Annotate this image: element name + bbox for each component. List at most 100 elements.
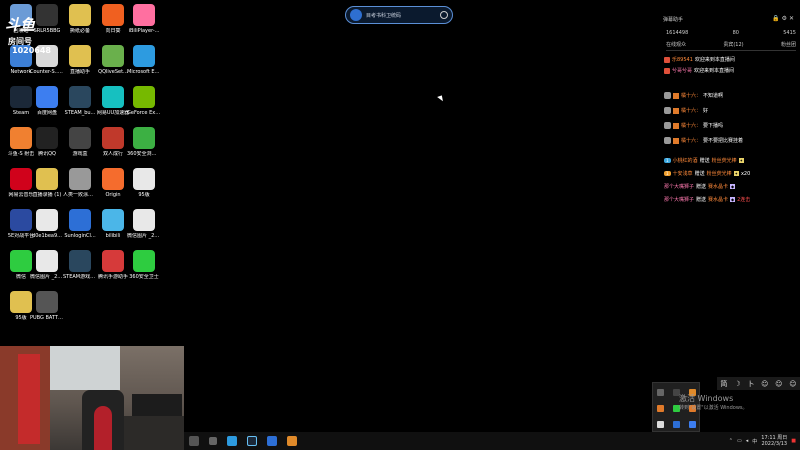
app-icon: [69, 250, 91, 272]
app-icon: [133, 4, 155, 26]
emoji-icon[interactable]: ☺: [775, 380, 782, 388]
desktop-icon-label: SunloginCl...: [64, 233, 96, 239]
desktop-icon[interactable]: 腾讯手游助手: [96, 250, 130, 280]
desktop-icon-label: 直播录播 (1): [32, 192, 62, 198]
tab-online[interactable]: 在线观众: [666, 41, 686, 48]
search-bar[interactable]: 目考书科卫统码: [345, 6, 453, 24]
desktop-icon-label: 撕纸必备: [69, 28, 90, 34]
fan-badge-icon: [673, 107, 679, 114]
desktop-icon-label: Microsoft Edge: [127, 69, 161, 75]
tray-app-icon[interactable]: [657, 389, 664, 396]
tray-app-icon[interactable]: [657, 421, 664, 428]
task-view-icon[interactable]: [189, 436, 199, 446]
tab-fans[interactable]: 粉丝团: [781, 41, 796, 48]
desktop-icon[interactable]: 微信图片 _2021091...: [30, 250, 64, 280]
notification-icon[interactable]: ■: [791, 438, 796, 444]
desktop-icon[interactable]: Origin: [96, 168, 130, 198]
chat-controls[interactable]: 🔒 ⚙ ✕: [772, 15, 794, 22]
app-icon: [36, 250, 58, 272]
desktop-icon[interactable]: GeForce Experience: [127, 86, 161, 116]
desktop-icon-label: 360安全卫士: [129, 274, 159, 280]
crystal-card-icon: ◆: [730, 184, 736, 189]
ime-icon[interactable]: 中: [752, 438, 757, 445]
app-icon: [133, 45, 155, 67]
desktop-icon[interactable]: 95版: [127, 168, 161, 198]
desktop-icon[interactable]: 游戏盒: [63, 127, 97, 157]
desktop-icon[interactable]: 撕纸必备: [63, 4, 97, 34]
app-icon: [36, 291, 58, 313]
desktop-icon[interactable]: STEAM_bu...: [63, 86, 97, 116]
system-tray: ⌃ ▭ ◂ 中 17:11 周日 2022/3/13 ■: [729, 432, 800, 450]
fan-badge-icon: [673, 122, 679, 129]
desktop-icon[interactable]: 向日葵: [96, 4, 130, 34]
desktop-icon[interactable]: 腾讯QQ: [30, 127, 64, 157]
toolbar-icon[interactable]: 卜: [747, 379, 754, 389]
steam-icon[interactable]: [247, 436, 257, 446]
desktop-icon-label: Origin: [105, 192, 121, 198]
desktop-icon[interactable]: 人类一败涂地 Human Fa...: [63, 168, 97, 198]
chat-message: 橘十六： 要不要把比赛挂着: [664, 137, 743, 144]
douyu-logo: 斗鱼: [5, 16, 36, 34]
desktop-icon[interactable]: STEAM游戏管家: [63, 250, 97, 280]
shield-icon: [664, 137, 671, 144]
app-icon: [133, 168, 155, 190]
tab-vip[interactable]: 贵宾(12): [723, 41, 743, 48]
app-icon: [102, 127, 124, 149]
desktop-icon[interactable]: 360安全浏览器: [127, 127, 161, 157]
desktop-icon[interactable]: 微信图片 _2021102...: [127, 209, 161, 239]
mode-toggle[interactable]: 简: [720, 379, 727, 389]
app-icon: [133, 127, 155, 149]
tray-app-icon[interactable]: [673, 421, 680, 428]
notice-icon: [664, 56, 670, 63]
app-icon: [36, 168, 58, 190]
emoji-icon[interactable]: ☺: [761, 380, 768, 388]
desktop-icon[interactable]: d0e1bea9...: [30, 209, 64, 239]
desktop-icon[interactable]: 双人成行: [96, 127, 130, 157]
desktop-icon[interactable]: iBiliPlayer-...: [127, 4, 161, 34]
desktop-icon-label: iBiliPlayer-...: [128, 28, 160, 34]
sunlogin-icon[interactable]: [267, 436, 277, 446]
search-icon[interactable]: [440, 11, 448, 19]
desktop-icon[interactable]: 网易UU加速器: [96, 86, 130, 116]
desktop-icon[interactable]: 直播录播 (1): [30, 168, 64, 198]
app-icon: [102, 168, 124, 190]
desktop-icon[interactable]: QQliveSet...: [96, 45, 130, 75]
desktop-icon-label: Counter-S... Global Off...: [30, 69, 64, 75]
desktop-icon-label: GeForce Experience: [127, 110, 161, 116]
moon-icon[interactable]: ☽: [734, 380, 740, 388]
glowstick-icon: ✦: [733, 171, 739, 176]
edge-icon[interactable]: [227, 436, 237, 446]
windows-start-icon[interactable]: [209, 437, 217, 445]
desktop-icon-label: 双人成行: [102, 151, 123, 157]
network-icon[interactable]: ▭: [737, 438, 742, 444]
desktop-icon[interactable]: bilibili: [96, 209, 130, 239]
gift-message: 那个大嘴狮子 赠送 赛水晶卡 ◆: [664, 184, 736, 190]
app-icon: [69, 127, 91, 149]
desktop-icon-label: bilibili: [105, 233, 121, 239]
desktop-icon[interactable]: PUBG BATTLEGR...: [30, 291, 64, 321]
desktop-icon-label: 360安全浏览器: [127, 151, 161, 157]
douyu-live-icon[interactable]: [287, 436, 297, 446]
shield-icon: [664, 122, 671, 129]
app-icon: [102, 250, 124, 272]
emote-toolbar: 简 ☽ 卜 ☺ ☺ ☺: [717, 377, 800, 390]
desktop-icon-label: 腾讯QQ: [38, 151, 56, 157]
webcam-feed: [0, 346, 184, 450]
desktop-icon[interactable]: 360安全卫士: [127, 250, 161, 280]
desktop-icon[interactable]: 百度网盘: [30, 86, 64, 116]
volume-icon[interactable]: ◂: [746, 438, 749, 444]
chevron-up-icon[interactable]: ⌃: [729, 438, 733, 444]
desktop-icon[interactable]: 直播助手: [63, 45, 97, 75]
app-icon: [69, 86, 91, 108]
app-icon: [69, 45, 91, 67]
desktop-icon-label: d0e1bea9...: [32, 233, 62, 239]
tray-app-icon[interactable]: [689, 421, 696, 428]
desktop-icon[interactable]: SunloginCl...: [63, 209, 97, 239]
app-icon: [102, 209, 124, 231]
tray-app-icon[interactable]: [657, 405, 664, 412]
notice-icon: [664, 67, 670, 74]
emoji-icon[interactable]: ☺: [789, 380, 796, 388]
desktop-icon[interactable]: Microsoft Edge: [127, 45, 161, 75]
clock[interactable]: 17:11 周日 2022/3/13: [761, 435, 787, 447]
app-icon: [10, 291, 32, 313]
